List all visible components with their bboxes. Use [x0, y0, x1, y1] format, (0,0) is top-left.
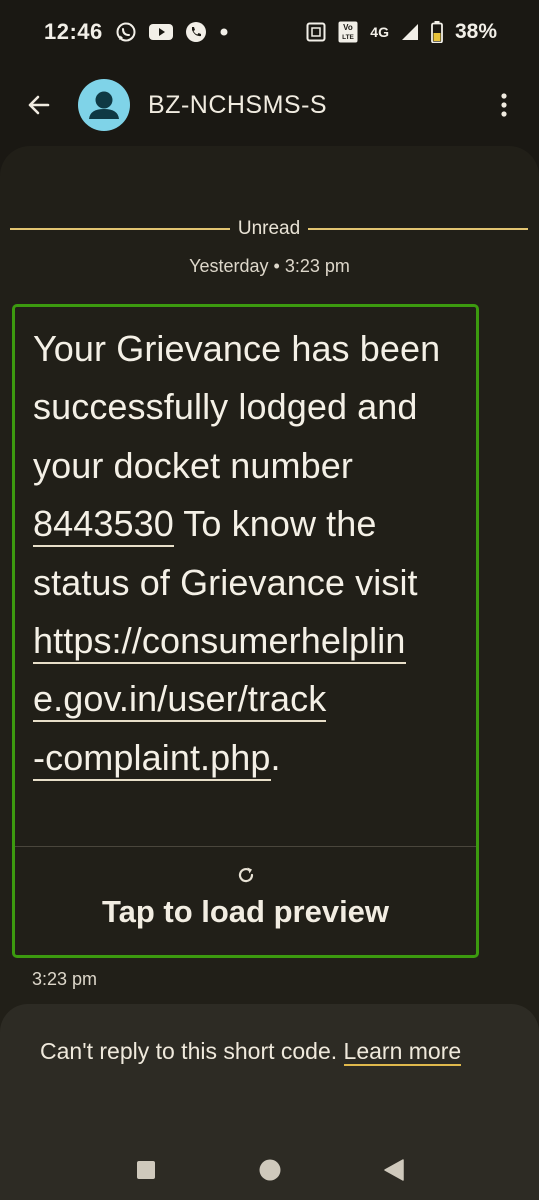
status-bar-right: Vo LTE 4G 38% [306, 20, 497, 44]
home-button[interactable] [257, 1157, 283, 1183]
timestamp-header: Yesterday • 3:23 pm [189, 256, 350, 276]
volte-top-text: Vo [343, 23, 353, 32]
triangle-back-icon [383, 1159, 404, 1181]
nfc-icon [306, 22, 326, 42]
url-link-line-3[interactable]: -complaint.php [33, 736, 271, 781]
youtube-icon [148, 23, 173, 41]
circle-icon [259, 1159, 280, 1181]
arrow-left-icon [28, 95, 50, 115]
whatsapp-icon [115, 21, 137, 43]
cannot-reply-notice: Can't reply to this short code. Learn mo… [40, 1032, 500, 1070]
link-preview[interactable]: Tap to load preview [15, 846, 476, 955]
learn-more-link[interactable]: Learn more [343, 1038, 462, 1066]
message-time: 3:23 pm [32, 969, 98, 989]
message-text: Your Grievance has been successfully lod… [33, 320, 463, 787]
battery-icon [431, 21, 443, 43]
message-text-after: . [270, 736, 281, 778]
status-bar: 12:46 Vo LTE 4G 38% [0, 0, 539, 64]
avatar[interactable] [78, 79, 130, 131]
status-time: 12:46 [44, 19, 103, 44]
unread-divider: Unread [10, 216, 529, 242]
message-bubble[interactable]: Your Grievance has been successfully lod… [12, 304, 479, 958]
message-text-before: Your Grievance has been successfully lod… [33, 328, 441, 486]
conversation-title: BZ-NCHSMS-S [148, 90, 328, 119]
url-link-line-1[interactable]: https://consumerhelplin [33, 620, 406, 665]
phone-call-icon [185, 21, 207, 43]
url-link-line-2[interactable]: e.gov.in/user/track [33, 678, 327, 723]
person-icon [89, 91, 119, 119]
docket-number-link[interactable]: 8443530 [33, 503, 174, 548]
divider-line-left [10, 228, 230, 230]
notification-dot-icon [219, 27, 229, 37]
load-preview-label: Tap to load preview [101, 894, 390, 929]
volte-bottom-text: LTE [342, 34, 354, 41]
back-nav-button[interactable] [381, 1157, 407, 1183]
volte-icon: Vo LTE [338, 21, 358, 43]
refresh-icon [235, 864, 257, 886]
cannot-reply-text: Can't reply to this short code. [40, 1038, 344, 1064]
divider-line-right [308, 228, 529, 230]
back-button[interactable] [20, 86, 58, 124]
square-icon [136, 1161, 155, 1179]
more-options-button[interactable] [489, 85, 519, 125]
app-bar: BZ-NCHSMS-S [0, 64, 539, 146]
more-vert-icon [501, 93, 507, 117]
battery-percent: 38% [454, 20, 497, 43]
unread-label: Unread [237, 218, 301, 239]
signal-icon [401, 23, 419, 41]
system-nav-bar [0, 1140, 539, 1200]
status-bar-left: 12:46 [44, 19, 229, 45]
network-type: 4G [370, 24, 389, 40]
recents-button[interactable] [133, 1157, 159, 1183]
